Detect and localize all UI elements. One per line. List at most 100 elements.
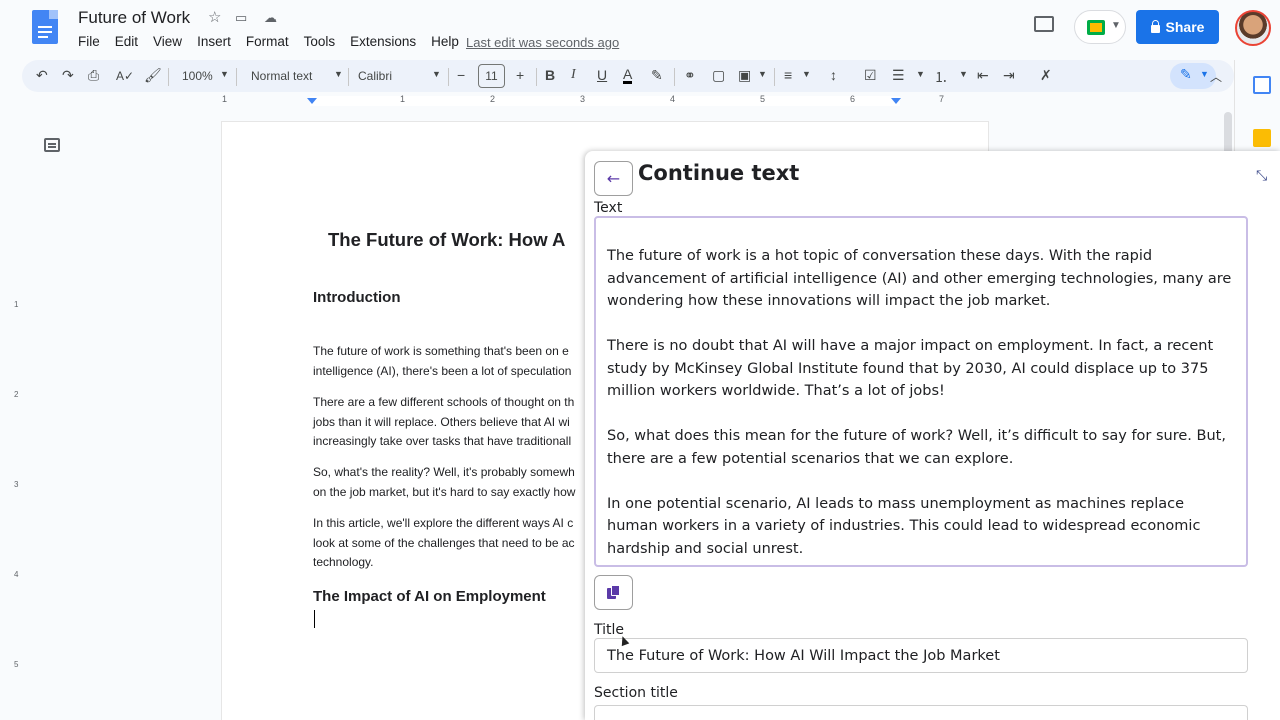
section-heading: The Impact of AI on Employment (313, 588, 546, 605)
ruler-tick: 2 (490, 94, 496, 104)
menu-insert[interactable]: Insert (197, 34, 231, 49)
decrease-indent-icon[interactable]: ⇤ (977, 67, 989, 84)
number-chevron-icon: ▼ (959, 69, 968, 79)
increase-indent-icon[interactable]: ⇥ (1003, 67, 1015, 84)
star-icon[interactable]: ☆ (208, 8, 221, 26)
left-indent-marker[interactable] (307, 98, 317, 104)
increase-font-size-icon[interactable]: + (516, 67, 524, 83)
add-comment-icon[interactable]: ▢ (712, 67, 725, 84)
insert-image-icon[interactable]: ▣ (738, 67, 751, 84)
section-title-input[interactable] (594, 705, 1248, 720)
continue-text-panel: ← Continue text ⤡ Text The future of wor… (585, 151, 1280, 720)
menu-bar: File Edit View Insert Format Tools Exten… (78, 34, 474, 49)
text-label: Text (594, 200, 623, 216)
title-label: Title (594, 622, 625, 638)
redo-icon[interactable]: ↷ (62, 67, 74, 84)
calendar-icon[interactable] (1253, 76, 1271, 94)
horizontal-ruler[interactable]: 1 1 2 3 4 5 6 7 (222, 94, 988, 108)
copy-button[interactable] (594, 575, 633, 610)
keep-icon[interactable] (1253, 129, 1271, 147)
zoom-chevron-icon: ▼ (220, 69, 229, 79)
meet-button[interactable]: ▼ (1074, 10, 1126, 44)
text-paragraph: So, what does this mean for the future o… (607, 428, 1226, 467)
print-icon[interactable]: ⎙ (88, 67, 99, 84)
menu-view[interactable]: View (153, 34, 182, 49)
back-button[interactable]: ← (594, 161, 633, 196)
menu-extensions[interactable]: Extensions (350, 34, 416, 49)
underline-icon[interactable]: U (597, 67, 607, 83)
vruler-tick: 5 (14, 660, 19, 669)
title-input[interactable]: The Future of Work: How AI Will Impact t… (594, 638, 1248, 673)
menu-tools[interactable]: Tools (304, 34, 336, 49)
ruler-tick: 5 (760, 94, 766, 104)
paint-format-icon[interactable]: 🖌 (144, 67, 162, 84)
bold-icon[interactable]: B (545, 67, 555, 83)
header-bar: Future of Work ☆ ▭ ☁ File Edit View Inse… (0, 0, 1280, 60)
style-select[interactable]: Normal text (251, 69, 312, 83)
arrow-left-icon: ← (606, 169, 621, 188)
vruler-tick: 2 (14, 390, 19, 399)
text-color-icon[interactable]: A (623, 67, 633, 84)
text-cursor (314, 610, 315, 628)
insert-link-icon[interactable]: ⚭ (684, 67, 696, 84)
text-paragraph: There is no doubt that AI will have a ma… (607, 338, 1214, 399)
text-paragraph: In one potential scenario, AI leads to m… (607, 495, 1201, 557)
vertical-ruler: 1 2 3 4 5 (12, 108, 22, 720)
ruler-tick: 7 (939, 94, 945, 104)
line-spacing-icon[interactable]: ↕ (830, 67, 837, 83)
formatting-toolbar: ↶ ↷ ⎙ A✓ 🖌 100% ▼ Normal text ▼ Calibri … (22, 60, 1234, 92)
menu-help[interactable]: Help (431, 34, 459, 49)
move-folder-icon[interactable]: ▭ (235, 10, 247, 26)
menu-format[interactable]: Format (246, 34, 289, 49)
highlight-color-icon[interactable]: ✎ (651, 67, 663, 84)
avatar[interactable] (1235, 10, 1271, 46)
copy-icon-front (611, 585, 620, 596)
comment-history-icon[interactable] (1034, 16, 1054, 32)
decrease-font-size-icon[interactable]: − (457, 67, 465, 83)
text-paragraph: The future of work is a hot topic of con… (607, 248, 1232, 309)
text-output-area[interactable]: The future of work is a hot topic of con… (594, 216, 1248, 567)
docs-logo-icon[interactable] (32, 10, 58, 44)
share-button[interactable]: Share (1136, 10, 1219, 44)
meet-icon (1087, 20, 1105, 35)
ruler-tick: 4 (670, 94, 676, 104)
checklist-icon[interactable]: ☑ (864, 67, 877, 84)
ruler-tick: 6 (850, 94, 856, 104)
chevron-down-icon: ▼ (1200, 69, 1209, 79)
lock-icon (1150, 20, 1160, 33)
pencil-icon: ✎ (1180, 66, 1192, 82)
italic-icon[interactable]: I (571, 67, 576, 83)
right-indent-marker[interactable] (891, 98, 901, 104)
menu-file[interactable]: File (78, 34, 100, 49)
collapse-icon[interactable]: ⤡ (1256, 168, 1267, 184)
ruler-tick: 1 (222, 94, 228, 104)
font-select[interactable]: Calibri (358, 69, 392, 83)
font-chevron-icon: ▼ (432, 69, 441, 79)
vruler-tick: 4 (14, 570, 19, 579)
spellcheck-icon[interactable]: A✓ (116, 69, 134, 83)
numbered-list-icon[interactable]: ⒈ (934, 67, 948, 87)
chevron-down-icon: ▼ (1111, 20, 1121, 31)
ruler-tick: 3 (580, 94, 586, 104)
section-title-label: Section title (594, 685, 678, 701)
zoom-select[interactable]: 100% (182, 69, 213, 83)
undo-icon[interactable]: ↶ (36, 67, 48, 84)
align-icon[interactable]: ≡ (784, 67, 792, 83)
bulleted-list-icon[interactable]: ☰ (892, 67, 905, 84)
panel-title: Continue text (638, 161, 800, 185)
document-title-heading: The Future of Work: How A (328, 229, 566, 250)
ruler-tick: 1 (400, 94, 406, 104)
image-chevron-icon: ▼ (758, 69, 767, 79)
hide-menus-icon[interactable]: ︿ (1210, 68, 1222, 85)
document-title[interactable]: Future of Work (78, 8, 190, 28)
vruler-tick: 1 (14, 300, 19, 309)
font-size-input[interactable]: 11 (478, 64, 505, 88)
cloud-status-icon[interactable]: ☁ (264, 10, 277, 26)
introduction-heading: Introduction (313, 289, 401, 306)
style-chevron-icon: ▼ (334, 69, 343, 79)
clear-formatting-icon[interactable]: ✗ (1040, 67, 1052, 84)
menu-edit[interactable]: Edit (115, 34, 138, 49)
document-outline-icon[interactable] (44, 138, 60, 152)
vruler-tick: 3 (14, 480, 19, 489)
last-edit-link[interactable]: Last edit was seconds ago (466, 35, 619, 50)
